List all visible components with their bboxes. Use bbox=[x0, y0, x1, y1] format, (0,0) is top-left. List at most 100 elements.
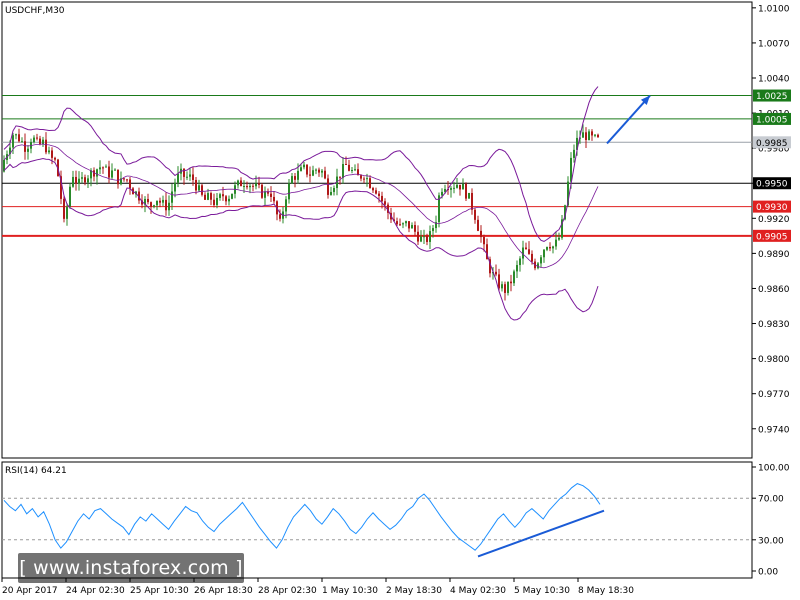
candle-body bbox=[360, 175, 362, 179]
candle-body bbox=[474, 209, 476, 220]
price-tick-label: 0.9800 bbox=[758, 355, 790, 365]
price-pane-frame bbox=[1, 1, 753, 459]
candle-body bbox=[264, 191, 266, 198]
candle-body bbox=[318, 169, 320, 173]
level-price-label: 1.0005 bbox=[756, 115, 788, 125]
candle-body bbox=[483, 237, 485, 245]
bollinger-lower-band bbox=[3, 157, 599, 321]
candle-body bbox=[99, 167, 101, 170]
candle-body bbox=[402, 223, 404, 225]
candle-body bbox=[162, 199, 164, 203]
candle-body bbox=[462, 183, 464, 190]
time-tick-label: 4 May 02:30 bbox=[450, 586, 506, 596]
candle-body bbox=[324, 170, 326, 179]
candle-body bbox=[426, 236, 428, 242]
candle-body bbox=[69, 186, 71, 207]
candle-body bbox=[333, 188, 335, 192]
candle-body bbox=[540, 257, 542, 264]
price-tick-label: 0.9770 bbox=[758, 390, 790, 400]
candle-body bbox=[312, 170, 314, 176]
price-tick-label: 0.9860 bbox=[758, 285, 790, 295]
candle-body bbox=[108, 166, 110, 178]
level-price-label: 1.0025 bbox=[756, 92, 788, 102]
candle-body bbox=[207, 193, 209, 200]
candle-body bbox=[294, 176, 296, 180]
candle-body bbox=[321, 170, 323, 173]
candle-body bbox=[351, 170, 353, 172]
candle-body bbox=[501, 284, 503, 289]
candle-body bbox=[66, 206, 68, 219]
candle-body bbox=[24, 141, 26, 152]
candle-body bbox=[549, 247, 551, 249]
candle-body bbox=[342, 163, 344, 178]
candle-body bbox=[366, 178, 368, 180]
candle-body bbox=[555, 239, 557, 247]
candle-body bbox=[384, 201, 386, 205]
candle-body bbox=[210, 193, 212, 200]
candle-body bbox=[378, 193, 380, 196]
candle-body bbox=[114, 169, 116, 171]
candle-body bbox=[201, 185, 203, 195]
candle-body bbox=[96, 169, 98, 177]
candle-body bbox=[345, 163, 347, 165]
candle-body bbox=[459, 184, 461, 190]
current-price-label: 0.9985 bbox=[756, 139, 788, 149]
candle-body bbox=[525, 247, 527, 250]
candle-body bbox=[510, 281, 512, 284]
candle-body bbox=[192, 174, 194, 180]
candle-body bbox=[81, 177, 83, 179]
candle-body bbox=[495, 271, 497, 275]
candle-body bbox=[123, 178, 125, 180]
candle-body bbox=[117, 169, 119, 185]
candle-body bbox=[240, 180, 242, 187]
candle-body bbox=[228, 198, 230, 202]
time-tick-label: 26 Apr 18:30 bbox=[194, 586, 253, 596]
price-tick-label: 0.9830 bbox=[758, 320, 790, 330]
candle-body bbox=[375, 190, 377, 194]
time-tick-label: 8 May 18:30 bbox=[578, 586, 634, 596]
candle-body bbox=[111, 170, 113, 178]
candle-body bbox=[54, 157, 56, 160]
time-tick-label: 28 Apr 02:30 bbox=[258, 586, 317, 596]
candle-body bbox=[315, 169, 317, 171]
forecast-arrow-line bbox=[606, 94, 651, 145]
candle-body bbox=[291, 176, 293, 184]
candle-body bbox=[249, 185, 251, 188]
candle-body bbox=[270, 193, 272, 197]
bollinger-upper-band bbox=[3, 86, 599, 242]
candle-body bbox=[87, 178, 89, 183]
candle-body bbox=[504, 284, 506, 293]
candle-body bbox=[432, 228, 434, 232]
level-price-label: 0.9905 bbox=[756, 232, 788, 242]
candle-body bbox=[102, 167, 104, 169]
candle-body bbox=[219, 194, 221, 198]
candle-body bbox=[243, 186, 245, 188]
candle-body bbox=[594, 134, 596, 136]
candle-body bbox=[414, 225, 416, 232]
candle-body bbox=[597, 134, 599, 138]
candle-body bbox=[369, 178, 371, 189]
candle-body bbox=[513, 271, 515, 284]
candle-body bbox=[546, 247, 548, 250]
candle-body bbox=[237, 180, 239, 186]
candle-body bbox=[186, 176, 188, 178]
price-tick-label: 0.9890 bbox=[758, 250, 790, 260]
candle-body bbox=[171, 191, 173, 203]
candle-body bbox=[252, 185, 254, 187]
rsi-tick-label: 30.00 bbox=[758, 536, 784, 546]
time-tick-label: 25 Apr 10:30 bbox=[130, 586, 189, 596]
candle-body bbox=[330, 191, 332, 195]
candle-body bbox=[405, 221, 407, 224]
candle-body bbox=[543, 249, 545, 258]
candle-body bbox=[213, 199, 215, 206]
candle-body bbox=[573, 149, 575, 158]
candle-body bbox=[258, 183, 260, 185]
candle-body bbox=[153, 205, 155, 207]
candle-body bbox=[204, 194, 206, 200]
candle-body bbox=[303, 164, 305, 168]
price-chart-pane: 1.01001.00701.00401.00100.99800.99500.99… bbox=[1, 1, 791, 459]
candle-body bbox=[48, 150, 50, 153]
candle-body bbox=[327, 178, 329, 195]
price-tick-label: 0.9920 bbox=[758, 215, 790, 225]
time-tick-label: 5 May 10:30 bbox=[514, 586, 570, 596]
